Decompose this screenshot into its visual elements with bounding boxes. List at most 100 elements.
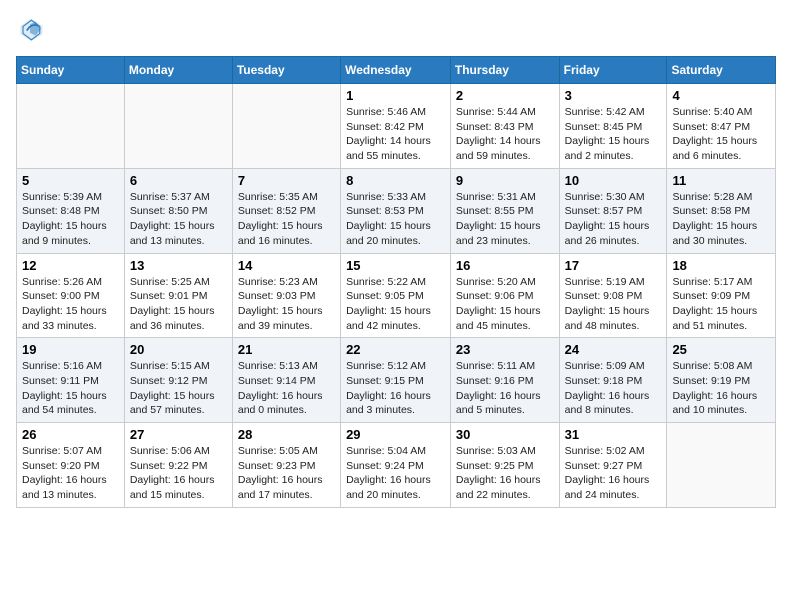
- calendar-cell: 23 Sunrise: 5:11 AM Sunset: 9:16 PM Dayli…: [450, 338, 559, 423]
- cell-content: Sunrise: 5:03 AM Sunset: 9:25 PM Dayligh…: [456, 444, 554, 503]
- cell-content: Sunrise: 5:42 AM Sunset: 8:45 PM Dayligh…: [565, 105, 662, 164]
- cell-content: Sunrise: 5:08 AM Sunset: 9:19 PM Dayligh…: [672, 359, 770, 418]
- day-number: 26: [22, 427, 119, 442]
- calendar-cell: 13 Sunrise: 5:25 AM Sunset: 9:01 PM Dayli…: [124, 253, 232, 338]
- calendar-cell: 8 Sunrise: 5:33 AM Sunset: 8:53 PM Daylig…: [341, 168, 451, 253]
- day-header-saturday: Saturday: [667, 57, 776, 84]
- calendar-cell: [124, 84, 232, 169]
- calendar-body: 1 Sunrise: 5:46 AM Sunset: 8:42 PM Daylig…: [17, 84, 776, 508]
- day-number: 17: [565, 258, 662, 273]
- cell-content: Sunrise: 5:04 AM Sunset: 9:24 PM Dayligh…: [346, 444, 445, 503]
- day-header-friday: Friday: [559, 57, 667, 84]
- day-number: 23: [456, 342, 554, 357]
- day-number: 9: [456, 173, 554, 188]
- day-number: 21: [238, 342, 335, 357]
- calendar-cell: 10Sunrise: 5:30 AM Sunset: 8:57 PM Dayli…: [559, 168, 667, 253]
- day-number: 2: [456, 88, 554, 103]
- calendar-cell: [667, 423, 776, 508]
- day-header-monday: Monday: [124, 57, 232, 84]
- cell-content: Sunrise: 5:20 AM Sunset: 9:06 PM Dayligh…: [456, 275, 554, 334]
- calendar-cell: 14 Sunrise: 5:23 AM Sunset: 9:03 PM Dayli…: [232, 253, 340, 338]
- cell-content: Sunrise: 5:15 AM Sunset: 9:12 PM Dayligh…: [130, 359, 227, 418]
- day-number: 20: [130, 342, 227, 357]
- cell-content: Sunrise: 5:23 AM Sunset: 9:03 PM Dayligh…: [238, 275, 335, 334]
- cell-content: Sunrise: 5:13 AM Sunset: 9:14 PM Dayligh…: [238, 359, 335, 418]
- day-header-wednesday: Wednesday: [341, 57, 451, 84]
- cell-content: Sunrise: 5:28 AM Sunset: 8:58 PM Dayligh…: [672, 190, 770, 249]
- day-number: 6: [130, 173, 227, 188]
- cell-content: Sunrise: 5:26 AM Sunset: 9:00 PM Dayligh…: [22, 275, 119, 334]
- calendar-cell: 27 Sunrise: 5:06 AM Sunset: 9:22 PM Dayli…: [124, 423, 232, 508]
- week-row-2: 5Sunrise: 5:39 AM Sunset: 8:48 PM Daylig…: [17, 168, 776, 253]
- calendar-cell: 16 Sunrise: 5:20 AM Sunset: 9:06 PM Dayli…: [450, 253, 559, 338]
- week-row-3: 12 Sunrise: 5:26 AM Sunset: 9:00 PM Dayli…: [17, 253, 776, 338]
- calendar-cell: 12 Sunrise: 5:26 AM Sunset: 9:00 PM Dayli…: [17, 253, 125, 338]
- calendar-cell: 22 Sunrise: 5:12 AM Sunset: 9:15 PM Dayli…: [341, 338, 451, 423]
- calendar-cell: 7 Sunrise: 5:35 AM Sunset: 8:52 PM Daylig…: [232, 168, 340, 253]
- day-number: 22: [346, 342, 445, 357]
- calendar-cell: 4 Sunrise: 5:40 AM Sunset: 8:47 PM Daylig…: [667, 84, 776, 169]
- cell-content: Sunrise: 5:02 AM Sunset: 9:27 PM Dayligh…: [565, 444, 662, 503]
- cell-content: Sunrise: 5:05 AM Sunset: 9:23 PM Dayligh…: [238, 444, 335, 503]
- cell-content: Sunrise: 5:07 AM Sunset: 9:20 PM Dayligh…: [22, 444, 119, 503]
- calendar-cell: 11 Sunrise: 5:28 AM Sunset: 8:58 PM Dayli…: [667, 168, 776, 253]
- day-number: 1: [346, 88, 445, 103]
- week-row-4: 19 Sunrise: 5:16 AM Sunset: 9:11 PM Dayli…: [17, 338, 776, 423]
- calendar-cell: [232, 84, 340, 169]
- cell-content: Sunrise: 5:37 AM Sunset: 8:50 PM Dayligh…: [130, 190, 227, 249]
- calendar-cell: 1 Sunrise: 5:46 AM Sunset: 8:42 PM Daylig…: [341, 84, 451, 169]
- day-number: 12: [22, 258, 119, 273]
- day-header-sunday: Sunday: [17, 57, 125, 84]
- calendar-cell: 6 Sunrise: 5:37 AM Sunset: 8:50 PM Daylig…: [124, 168, 232, 253]
- day-number: 8: [346, 173, 445, 188]
- calendar-table: SundayMondayTuesdayWednesdayThursdayFrid…: [16, 56, 776, 508]
- cell-content: Sunrise: 5:25 AM Sunset: 9:01 PM Dayligh…: [130, 275, 227, 334]
- page-header: [16, 16, 776, 44]
- day-number: 28: [238, 427, 335, 442]
- day-number: 13: [130, 258, 227, 273]
- day-number: 14: [238, 258, 335, 273]
- cell-content: Sunrise: 5:40 AM Sunset: 8:47 PM Dayligh…: [672, 105, 770, 164]
- cell-content: Sunrise: 5:19 AM Sunset: 9:08 PM Dayligh…: [565, 275, 662, 334]
- cell-content: Sunrise: 5:16 AM Sunset: 9:11 PM Dayligh…: [22, 359, 119, 418]
- calendar-cell: 28 Sunrise: 5:05 AM Sunset: 9:23 PM Dayli…: [232, 423, 340, 508]
- logo: [16, 16, 48, 44]
- logo-icon: [16, 16, 44, 44]
- day-number: 11: [672, 173, 770, 188]
- calendar-cell: 20 Sunrise: 5:15 AM Sunset: 9:12 PM Dayli…: [124, 338, 232, 423]
- calendar-cell: 25 Sunrise: 5:08 AM Sunset: 9:19 PM Dayli…: [667, 338, 776, 423]
- week-row-5: 26 Sunrise: 5:07 AM Sunset: 9:20 PM Dayli…: [17, 423, 776, 508]
- day-number: 10: [565, 173, 662, 188]
- calendar-cell: 21 Sunrise: 5:13 AM Sunset: 9:14 PM Dayli…: [232, 338, 340, 423]
- cell-content: Sunrise: 5:35 AM Sunset: 8:52 PM Dayligh…: [238, 190, 335, 249]
- week-row-1: 1 Sunrise: 5:46 AM Sunset: 8:42 PM Daylig…: [17, 84, 776, 169]
- cell-content: Sunrise: 5:11 AM Sunset: 9:16 PM Dayligh…: [456, 359, 554, 418]
- day-number: 16: [456, 258, 554, 273]
- day-number: 25: [672, 342, 770, 357]
- cell-content: Sunrise: 5:46 AM Sunset: 8:42 PM Dayligh…: [346, 105, 445, 164]
- calendar-cell: 3 Sunrise: 5:42 AM Sunset: 8:45 PM Daylig…: [559, 84, 667, 169]
- header-row: SundayMondayTuesdayWednesdayThursdayFrid…: [17, 57, 776, 84]
- cell-content: Sunrise: 5:06 AM Sunset: 9:22 PM Dayligh…: [130, 444, 227, 503]
- day-number: 19: [22, 342, 119, 357]
- day-header-thursday: Thursday: [450, 57, 559, 84]
- cell-content: Sunrise: 5:17 AM Sunset: 9:09 PM Dayligh…: [672, 275, 770, 334]
- day-number: 3: [565, 88, 662, 103]
- day-number: 7: [238, 173, 335, 188]
- day-number: 29: [346, 427, 445, 442]
- calendar-cell: 29 Sunrise: 5:04 AM Sunset: 9:24 PM Dayli…: [341, 423, 451, 508]
- calendar-cell: 2Sunrise: 5:44 AM Sunset: 8:43 PM Daylig…: [450, 84, 559, 169]
- day-number: 4: [672, 88, 770, 103]
- cell-content: Sunrise: 5:22 AM Sunset: 9:05 PM Dayligh…: [346, 275, 445, 334]
- calendar-cell: 26 Sunrise: 5:07 AM Sunset: 9:20 PM Dayli…: [17, 423, 125, 508]
- calendar-cell: 31 Sunrise: 5:02 AM Sunset: 9:27 PM Dayli…: [559, 423, 667, 508]
- cell-content: Sunrise: 5:33 AM Sunset: 8:53 PM Dayligh…: [346, 190, 445, 249]
- day-number: 31: [565, 427, 662, 442]
- calendar-header: SundayMondayTuesdayWednesdayThursdayFrid…: [17, 57, 776, 84]
- cell-content: Sunrise: 5:12 AM Sunset: 9:15 PM Dayligh…: [346, 359, 445, 418]
- cell-content: Sunrise: 5:39 AM Sunset: 8:48 PM Dayligh…: [22, 190, 119, 249]
- day-header-tuesday: Tuesday: [232, 57, 340, 84]
- day-number: 27: [130, 427, 227, 442]
- calendar-cell: 24Sunrise: 5:09 AM Sunset: 9:18 PM Dayli…: [559, 338, 667, 423]
- calendar-cell: 19 Sunrise: 5:16 AM Sunset: 9:11 PM Dayli…: [17, 338, 125, 423]
